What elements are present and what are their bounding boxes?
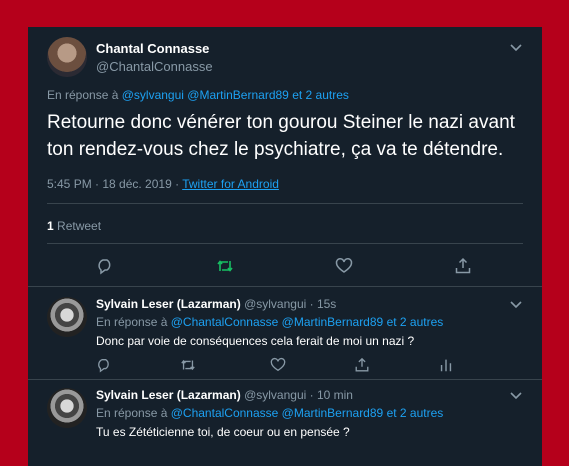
- reply-context: En réponse à @ChantalConnasse @MartinBer…: [96, 315, 443, 329]
- share-button[interactable]: [354, 357, 370, 373]
- divider: [47, 243, 523, 244]
- chevron-down-icon[interactable]: [510, 392, 522, 400]
- reply-icon: [98, 259, 111, 275]
- reply-others[interactable]: et 2 autres: [387, 406, 444, 420]
- retweet-stats[interactable]: 1 Retweet: [47, 219, 101, 233]
- tweet-source[interactable]: Twitter for Android: [182, 177, 279, 191]
- like-button[interactable]: [270, 357, 286, 373]
- share-icon: [455, 257, 471, 274]
- reply-author[interactable]: Sylvain Leser (Lazarman) @sylvangui · 10…: [96, 388, 353, 402]
- reply-handle-time: @sylvangui · 15s: [244, 297, 337, 311]
- reply-text: Tu es Zététicienne toi, de coeur ou en p…: [96, 425, 350, 439]
- chevron-down-icon[interactable]: [510, 301, 522, 309]
- like-button[interactable]: [335, 257, 353, 275]
- reply-handle-time: @sylvangui · 10 min: [244, 388, 353, 402]
- reply-others[interactable]: et 2 autres: [292, 88, 349, 102]
- reply-text: Donc par voie de conséquences cela ferai…: [96, 334, 415, 348]
- tweet-thread-panel: Chantal Connasse @ChantalConnasse En rép…: [28, 27, 542, 466]
- tweet-meta: 5:45 PM · 18 déc. 2019 · Twitter for And…: [47, 177, 279, 191]
- chevron-down-icon[interactable]: [510, 44, 522, 52]
- analytics-button[interactable]: [438, 357, 454, 373]
- retweet-count: 1: [47, 219, 54, 233]
- reply-context: En réponse à @sylvangui @MartinBernard89…: [47, 88, 349, 102]
- reply-mentions[interactable]: @ChantalConnasse @MartinBernard89: [171, 315, 383, 329]
- divider: [47, 203, 523, 204]
- reply-button[interactable]: [96, 357, 112, 373]
- avatar-sylvain[interactable]: [47, 388, 87, 428]
- reply-prefix: En réponse à: [96, 315, 168, 329]
- reply-button[interactable]: [96, 257, 114, 275]
- avatar-sylvain[interactable]: [47, 297, 87, 337]
- share-button[interactable]: [454, 257, 472, 275]
- author-handle[interactable]: @ChantalConnasse: [96, 59, 213, 74]
- reply-mentions[interactable]: @sylvangui @MartinBernard89: [122, 88, 289, 102]
- avatar-chantal[interactable]: [47, 37, 87, 77]
- analytics-icon: [440, 359, 452, 372]
- divider: [28, 286, 542, 287]
- divider: [28, 379, 542, 380]
- reply-context: En réponse à @ChantalConnasse @MartinBer…: [96, 406, 443, 420]
- reply-prefix: En réponse à: [47, 88, 119, 102]
- author-display-name[interactable]: Chantal Connasse: [96, 41, 209, 56]
- reply-prefix: En réponse à: [96, 406, 168, 420]
- reply-others[interactable]: et 2 autres: [387, 315, 444, 329]
- like-icon: [335, 258, 353, 273]
- tweet-time[interactable]: 5:45 PM · 18 déc. 2019 ·: [47, 177, 179, 191]
- retweet-button[interactable]: [216, 257, 234, 275]
- tweet-text: Retourne donc vénérer ton gourou Steiner…: [47, 112, 515, 160]
- retweet-icon: [181, 359, 195, 371]
- reply-display-name: Sylvain Leser (Lazarman): [96, 388, 241, 402]
- reply-author[interactable]: Sylvain Leser (Lazarman) @sylvangui · 15…: [96, 297, 336, 311]
- like-icon: [270, 357, 286, 372]
- retweet-button[interactable]: [180, 357, 196, 373]
- reply-icon: [98, 359, 109, 373]
- retweet-icon: [217, 260, 233, 272]
- reply-mentions[interactable]: @ChantalConnasse @MartinBernard89: [171, 406, 383, 420]
- retweet-label: Retweet: [57, 219, 102, 233]
- share-icon: [355, 357, 369, 372]
- reply-display-name: Sylvain Leser (Lazarman): [96, 297, 241, 311]
